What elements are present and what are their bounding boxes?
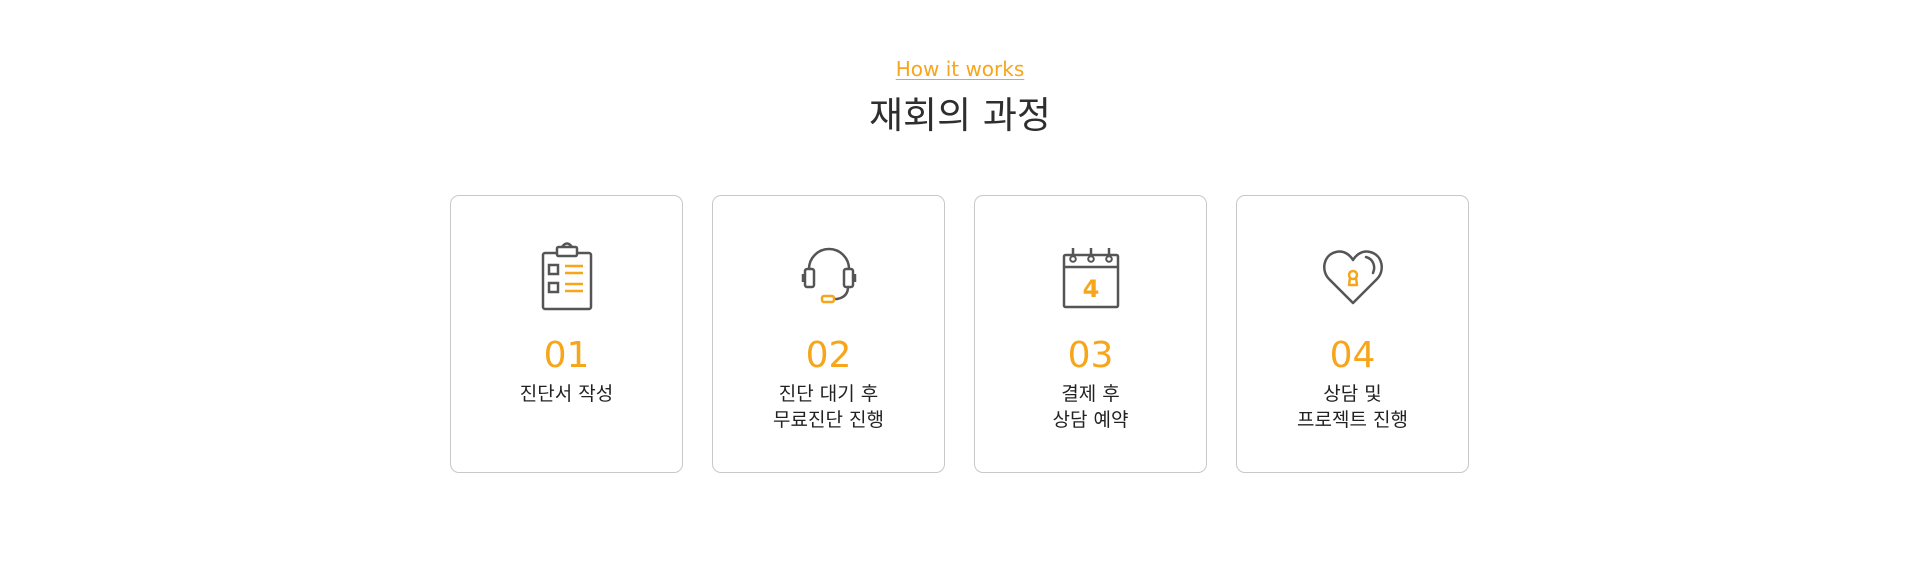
clipboard-checklist-icon xyxy=(532,236,602,316)
step-label-line: 무료진단 진행 xyxy=(773,409,884,431)
step-label-line: 진단서 작성 xyxy=(519,383,614,405)
heart-lock-icon xyxy=(1318,236,1388,316)
section-title: 재회의 과정 xyxy=(869,94,1051,137)
step-card-3: 4 03 결제 후 상담 예약 xyxy=(974,195,1207,473)
step-label-line: 상담 예약 xyxy=(1052,409,1129,431)
step-card-4: 04 상담 및 프로젝트 진행 xyxy=(1236,195,1469,473)
step-label: 진단 대기 후 무료진단 진행 xyxy=(713,381,944,433)
step-number: 02 xyxy=(805,335,852,376)
step-label: 상담 및 프로젝트 진행 xyxy=(1237,381,1468,433)
calendar-day: 4 xyxy=(1082,275,1099,303)
step-label: 진단서 작성 xyxy=(451,381,682,407)
step-label-line: 결제 후 xyxy=(1061,383,1120,405)
how-it-works-section: How it works 재회의 과정 01 진단서 작성 02 진단 대기 후… xyxy=(0,0,1920,562)
calendar-icon: 4 xyxy=(1056,236,1126,316)
step-card-2: 02 진단 대기 후 무료진단 진행 xyxy=(712,195,945,473)
step-number: 04 xyxy=(1329,335,1376,376)
step-card-1: 01 진단서 작성 xyxy=(450,195,683,473)
headset-icon xyxy=(794,236,864,316)
step-label-line: 진단 대기 후 xyxy=(778,383,879,405)
step-number: 03 xyxy=(1067,335,1114,376)
process-steps: 01 진단서 작성 02 진단 대기 후 무료진단 진행 4 03 결제 후 상… xyxy=(450,195,1472,475)
step-label-line: 상담 및 xyxy=(1323,383,1382,405)
section-eyebrow: How it works xyxy=(0,57,1920,81)
step-number: 01 xyxy=(543,335,590,376)
how-it-works-link[interactable]: How it works xyxy=(896,57,1025,81)
step-label: 결제 후 상담 예약 xyxy=(975,381,1206,433)
step-label-line: 프로젝트 진행 xyxy=(1297,409,1408,431)
